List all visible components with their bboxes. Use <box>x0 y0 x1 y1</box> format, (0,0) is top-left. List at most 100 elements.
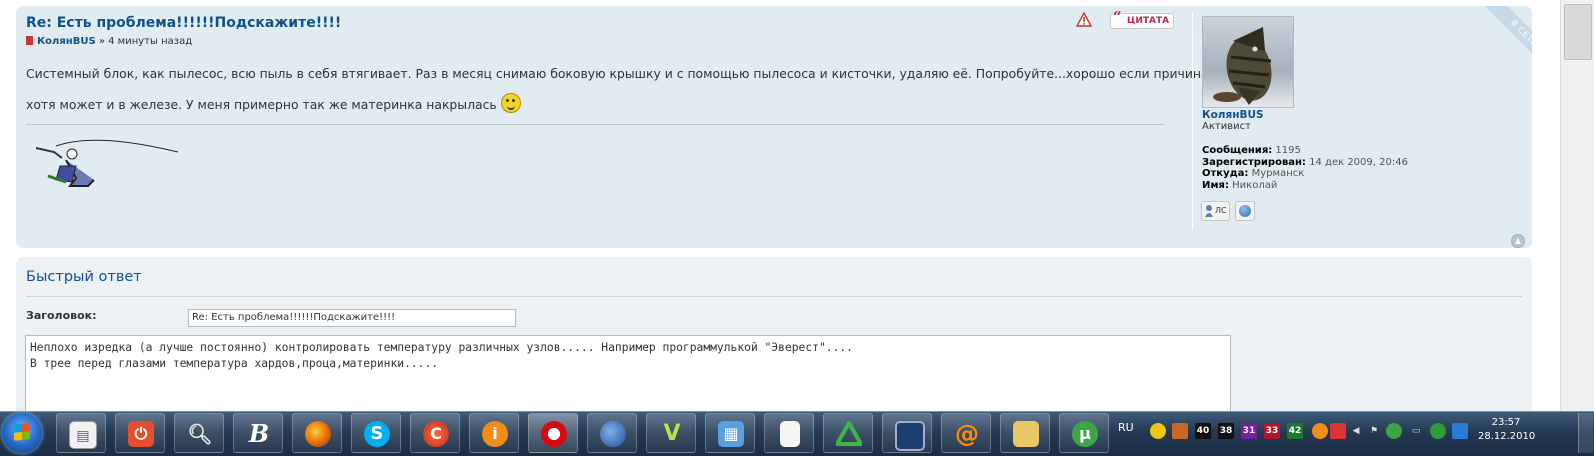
name-label: Имя: <box>1202 179 1229 191</box>
real-name: Николай <box>1232 179 1278 191</box>
taskbar-app-control-panel[interactable]: ▦ <box>705 413 755 453</box>
tray-temp-3[interactable]: 31 <box>1241 423 1257 439</box>
document-icon <box>780 421 800 447</box>
firefox-icon <box>305 421 331 447</box>
private-message-button[interactable]: ЛС <box>1201 201 1230 221</box>
user-avatar[interactable] <box>1202 16 1294 108</box>
skype-icon: S <box>364 421 390 447</box>
taskbar-app-v[interactable]: V <box>646 413 696 453</box>
taskbar-app-thunderbird[interactable] <box>587 413 637 453</box>
registered-label: Зарегистрирован: <box>1202 156 1306 168</box>
tray-chat-icon[interactable] <box>1430 423 1446 439</box>
online-badge: В СЕТИ <box>1475 6 1532 83</box>
post-line-2: хотя может и в железе. У меня примерно т… <box>26 97 497 112</box>
taskbar-app-document[interactable] <box>764 413 814 453</box>
post-icon <box>26 36 33 45</box>
taskbar-app-mail-agent[interactable]: @ <box>941 413 991 453</box>
post-content: Системный блок, как пылесос, всю пыль в … <box>26 58 1259 120</box>
tray-temp-1[interactable]: 40 <box>1195 423 1211 439</box>
quick-reply-divider <box>26 296 1522 297</box>
taskbar-app-triangle[interactable] <box>823 413 873 453</box>
registered-date: 14 дек 2009, 20:46 <box>1309 156 1408 168</box>
b-letter-icon: B <box>248 419 270 448</box>
quote-icon: “ <box>1113 8 1122 26</box>
post-meta: КолянBUS » 4 минуты назад <box>26 36 192 47</box>
utorrent-icon: µ <box>1072 421 1098 447</box>
start-button-icon[interactable] <box>2 413 42 453</box>
folder-icon <box>1013 421 1039 447</box>
forum-post: Re: Есть проблема!!!!!!Подскажите!!!! Ко… <box>16 6 1532 248</box>
info-icon: i <box>482 421 508 447</box>
language-indicator[interactable]: RU <box>1118 421 1134 434</box>
website-button[interactable] <box>1235 201 1255 221</box>
back-to-top-icon[interactable]: ▲ <box>1511 234 1525 248</box>
tray-app-icon[interactable] <box>1172 423 1188 439</box>
taskbar-app-firefox[interactable] <box>292 413 342 453</box>
tray-temp-2[interactable]: 38 <box>1218 423 1234 439</box>
tray-opera-icon[interactable] <box>1330 423 1346 439</box>
tray-flag-icon[interactable]: ⚑ <box>1366 423 1382 439</box>
pm-label: ЛС <box>1215 206 1227 215</box>
taskbar-app-search[interactable]: 🔍︎ <box>174 413 224 453</box>
post-author-link[interactable]: КолянBUS <box>37 36 96 47</box>
subject-input[interactable]: Re: Есть проблема!!!!!!Подскажите!!!! <box>188 309 516 327</box>
at-sign-icon: @ <box>955 420 979 448</box>
quick-reply-panel: Быстрый ответ Заголовок: Re: Есть пробле… <box>16 257 1532 417</box>
time-separator: » <box>95 36 109 47</box>
clock-time: 23:57 <box>1491 417 1521 428</box>
tray-sound-icon[interactable]: ◀ <box>1348 423 1364 439</box>
messages-count[interactable]: 1195 <box>1275 145 1300 156</box>
taskbar-app-shutdown[interactable]: ⏻ <box>115 413 165 453</box>
taskbar-app-notepad[interactable]: ▤ <box>56 413 106 453</box>
post-line-2-wrap: хотя может и в железе. У меня примерно т… <box>26 89 1156 120</box>
from-value: Мурманск <box>1251 168 1305 180</box>
tray-temp-5[interactable]: 42 <box>1287 423 1303 439</box>
post-time: 4 минуты назад <box>108 36 193 47</box>
profile-name-link[interactable]: КолянBUS <box>1202 109 1264 121</box>
tray-info-icon[interactable] <box>1312 423 1328 439</box>
taskbar-app-explorer[interactable] <box>1000 413 1050 453</box>
tray-network-icon[interactable]: ▭ <box>1408 423 1424 439</box>
subject-label: Заголовок: <box>26 309 97 322</box>
triangle-logo-icon <box>833 418 865 447</box>
system-clock[interactable]: 23:57 28.12.2010 <box>1478 416 1536 444</box>
quote-label: ЦИТАТА <box>1127 16 1170 26</box>
taskbar-app-opera[interactable] <box>528 413 578 453</box>
taskbar-app-ccleaner[interactable]: C <box>410 413 460 453</box>
message-line-1: Неплохо изредка (а лучше постоянно) конт… <box>30 341 853 354</box>
message-textarea[interactable]: Неплохо изредка (а лучше постоянно) конт… <box>25 335 1231 417</box>
message-line-2: В трее перед глазами температура хардов,… <box>30 357 439 370</box>
taskbar-app-monitor[interactable] <box>882 413 932 453</box>
power-icon: ⏻ <box>128 421 154 447</box>
tray-app2-icon[interactable] <box>1452 423 1468 439</box>
profile-rank: Активист <box>1202 121 1251 132</box>
magnifier-icon: 🔍︎ <box>187 422 213 446</box>
scrollbar-thumb[interactable] <box>1564 4 1592 60</box>
messages-label: Сообщения: <box>1202 145 1273 156</box>
quick-reply-title: Быстрый ответ <box>26 269 142 285</box>
fisherman-signature-image <box>36 139 179 187</box>
signature-divider <box>26 124 1164 125</box>
user-icon <box>1205 205 1213 217</box>
monitor-icon <box>895 421 925 451</box>
taskbar-app-info[interactable]: i <box>469 413 519 453</box>
taskbar-app-b[interactable]: B <box>233 413 283 453</box>
profile-divider <box>1192 12 1193 230</box>
control-panel-icon: ▦ <box>718 421 744 447</box>
tray-utorrent-icon[interactable] <box>1386 423 1402 439</box>
v-logo-icon: V <box>663 421 681 446</box>
tray-lemon-icon[interactable] <box>1150 423 1166 439</box>
notepad-icon: ▤ <box>69 421 97 449</box>
quote-button[interactable]: “ ЦИТАТА <box>1110 8 1175 29</box>
report-icon[interactable] <box>1075 11 1093 28</box>
from-label: Откуда: <box>1202 168 1249 180</box>
smiley-icon <box>500 93 521 113</box>
clock-date: 28.12.2010 <box>1478 431 1536 442</box>
taskbar-app-utorrent[interactable]: µ <box>1059 413 1109 453</box>
vertical-scrollbar[interactable] <box>1560 0 1594 411</box>
post-line-1: Системный блок, как пылесос, всю пыль в … <box>26 66 1259 81</box>
post-title-link[interactable]: Re: Есть проблема!!!!!!Подскажите!!!! <box>26 15 341 31</box>
tray-temp-4[interactable]: 33 <box>1264 423 1280 439</box>
show-desktop-button[interactable] <box>1578 413 1593 453</box>
taskbar-app-skype[interactable]: S <box>351 413 401 453</box>
